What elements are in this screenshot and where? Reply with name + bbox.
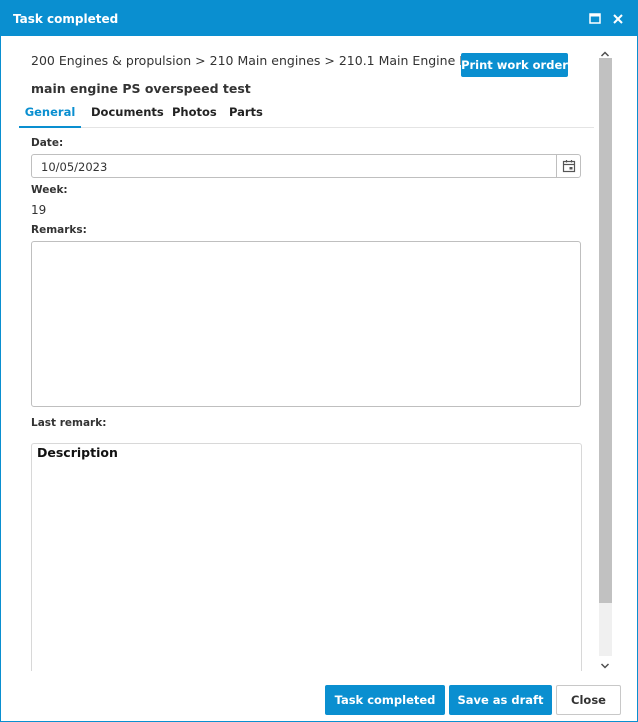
close-icon[interactable] [611, 11, 625, 25]
date-value: 10/05/2023 [41, 160, 108, 174]
breadcrumb: 200 Engines & propulsion > 210 Main engi… [31, 53, 491, 68]
remarks-input[interactable] [31, 241, 581, 407]
save-as-draft-button[interactable]: Save as draft [449, 685, 552, 715]
dialog-title: Task completed [13, 12, 119, 26]
tab-general[interactable]: General [19, 106, 81, 128]
remarks-label: Remarks: [31, 224, 87, 236]
scrollbar-track[interactable] [599, 58, 612, 656]
date-field[interactable]: 10/05/2023 [31, 154, 581, 178]
scrollbar-thumb[interactable] [599, 58, 612, 603]
chevron-up-icon[interactable] [598, 45, 612, 57]
print-work-order-button[interactable]: Print work order [461, 53, 568, 77]
dialog-footer: Task completed Save as draft Close [1, 671, 637, 721]
tab-bar: General Documents Photos Parts [19, 106, 594, 128]
tab-photos[interactable]: Photos [172, 106, 217, 128]
calendar-icon[interactable] [556, 155, 580, 177]
description-editor[interactable]: Description [31, 443, 582, 671]
dialog-content: 200 Engines & propulsion > 210 Main engi… [1, 36, 637, 671]
vertical-scrollbar[interactable] [598, 43, 612, 671]
week-value: 19 [31, 203, 47, 217]
maximize-icon[interactable] [588, 11, 602, 25]
chevron-down-icon[interactable] [598, 657, 612, 669]
task-completed-button[interactable]: Task completed [325, 685, 445, 715]
week-label: Week: [31, 184, 68, 196]
task-title: main engine PS overspeed test [31, 81, 251, 96]
title-bar[interactable]: Task completed [1, 1, 637, 36]
tab-parts[interactable]: Parts [229, 106, 263, 128]
close-button[interactable]: Close [556, 685, 621, 715]
date-label: Date: [31, 137, 64, 149]
description-heading: Description [37, 445, 118, 460]
tab-documents[interactable]: Documents [91, 106, 164, 128]
task-completed-dialog: Task completed 200 Engines & propulsion … [0, 0, 638, 722]
last-remark-label: Last remark: [31, 417, 107, 429]
